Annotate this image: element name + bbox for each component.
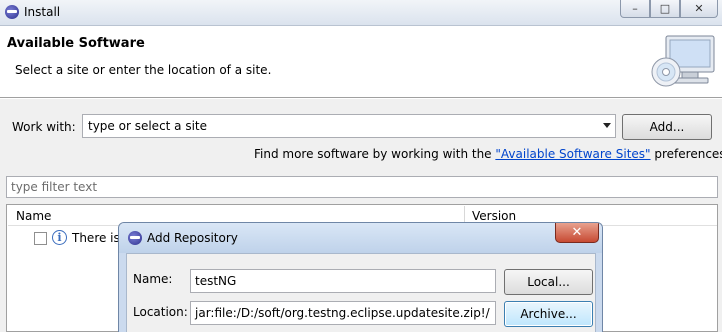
tree-row-label: There is: [72, 231, 120, 245]
eclipse-app-icon: [5, 5, 19, 19]
filter-placeholder: type filter text: [11, 180, 98, 194]
dialog-titlebar: Add Repository ✕: [119, 223, 602, 253]
add-site-button[interactable]: Add...: [622, 114, 712, 140]
location-field[interactable]: jar:file:/D:/soft/org.testng.eclipse.upd…: [190, 301, 496, 325]
archive-button[interactable]: Archive...: [504, 301, 593, 327]
maximize-button[interactable]: □: [650, 0, 680, 18]
window-titlebar: Install – □ ✕: [0, 0, 722, 26]
wizard-header: Available Software Select a site or ente…: [0, 26, 722, 98]
name-label: Name:: [133, 272, 173, 286]
find-more-text: Find more software by working with the "…: [254, 147, 722, 161]
work-with-label: Work with:: [12, 120, 76, 134]
monitor-cd-icon: [651, 35, 715, 87]
available-sites-link[interactable]: "Available Software Sites": [495, 147, 650, 161]
row-checkbox[interactable]: [34, 232, 47, 245]
add-repository-dialog: Add Repository ✕ Name: testNG Local... L…: [118, 222, 603, 332]
filter-input[interactable]: type filter text: [6, 176, 718, 198]
name-field[interactable]: testNG: [190, 269, 496, 293]
window-title: Install: [24, 5, 61, 19]
local-button[interactable]: Local...: [504, 269, 593, 295]
find-more-prefix: Find more software by working with the: [254, 147, 496, 161]
chevron-down-icon[interactable]: [603, 123, 611, 128]
site-combo-value: type or select a site: [88, 119, 208, 133]
site-combo[interactable]: type or select a site: [82, 114, 616, 138]
column-header-version[interactable]: Version: [472, 209, 516, 223]
minimize-button[interactable]: –: [620, 0, 650, 18]
close-button[interactable]: ✕: [680, 0, 718, 18]
location-label: Location:: [133, 305, 188, 319]
location-field-value: jar:file:/D:/soft/org.testng.eclipse.upd…: [195, 306, 490, 320]
dialog-close-button[interactable]: ✕: [555, 223, 599, 243]
find-more-suffix: preferences.: [650, 147, 722, 161]
dialog-body: Name: testNG Local... Location: jar:file…: [126, 253, 596, 332]
column-header-name[interactable]: Name: [16, 209, 51, 223]
name-field-value: testNG: [195, 274, 237, 288]
page-title: Available Software: [7, 36, 145, 51]
info-icon: i: [52, 230, 67, 245]
dialog-title: Add Repository: [147, 231, 238, 245]
eclipse-dialog-icon: [128, 231, 142, 245]
window-controls: – □ ✕: [620, 0, 718, 18]
page-subtitle: Select a site or enter the location of a…: [15, 63, 272, 77]
